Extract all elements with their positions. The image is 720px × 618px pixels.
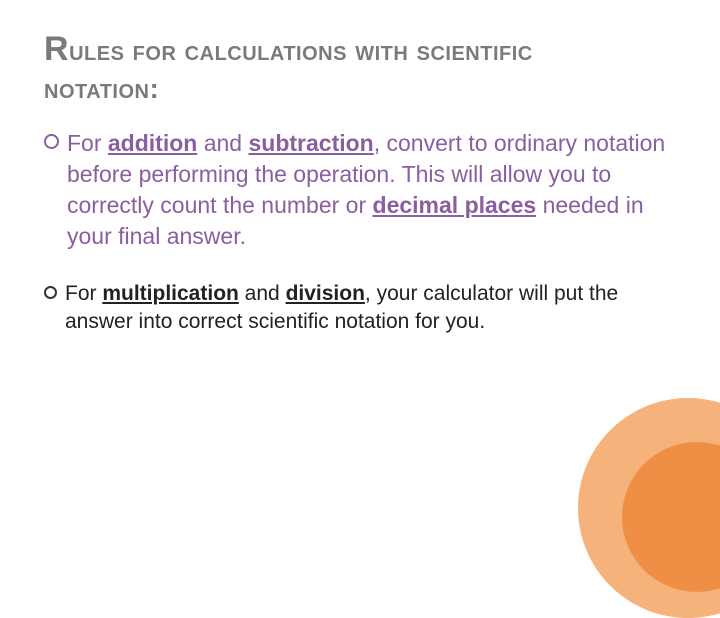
text-emph: addition xyxy=(108,130,197,156)
bullet-ring-icon xyxy=(44,134,59,149)
bullet-item: For multiplication and division, your ca… xyxy=(44,280,676,337)
bullet-text: For addition and subtraction, convert to… xyxy=(67,128,676,252)
slide-title: Rules for calculations with scientific n… xyxy=(44,28,676,106)
bullet-list: For addition and subtraction, convert to… xyxy=(44,128,676,337)
text-emph: multiplication xyxy=(102,282,239,305)
text-run: and xyxy=(197,130,248,156)
text-emph: subtraction xyxy=(248,130,373,156)
title-line2: notation: xyxy=(44,73,159,104)
text-run: For xyxy=(65,282,102,305)
text-run: For xyxy=(67,130,108,156)
text-emph: division xyxy=(286,282,365,305)
bullet-ring-icon xyxy=(44,286,57,299)
bullet-text: For multiplication and division, your ca… xyxy=(65,280,676,337)
text-run: and xyxy=(239,282,286,305)
title-initial: R xyxy=(44,30,69,68)
bullet-item: For addition and subtraction, convert to… xyxy=(44,128,676,252)
title-line1: ules for calculations with scientific xyxy=(69,35,533,66)
text-emph: decimal places xyxy=(373,192,537,218)
